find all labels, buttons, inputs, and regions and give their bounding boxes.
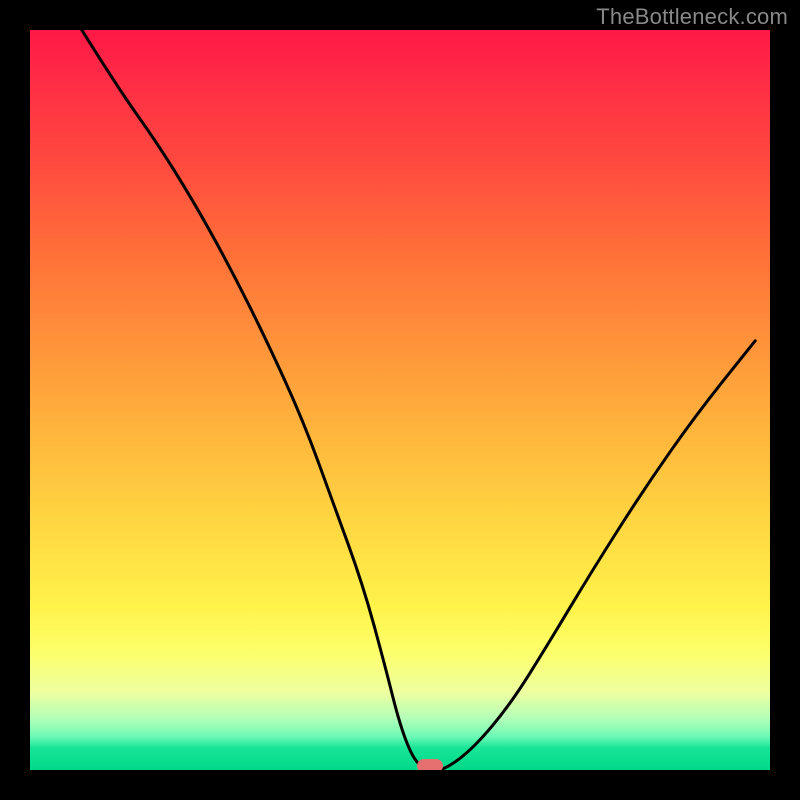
chart-frame: TheBottleneck.com bbox=[0, 0, 800, 800]
result-marker bbox=[417, 759, 443, 770]
plot-area bbox=[30, 30, 770, 770]
bottleneck-curve bbox=[82, 30, 755, 770]
watermark-text: TheBottleneck.com bbox=[596, 4, 788, 30]
curve-layer bbox=[30, 30, 770, 770]
